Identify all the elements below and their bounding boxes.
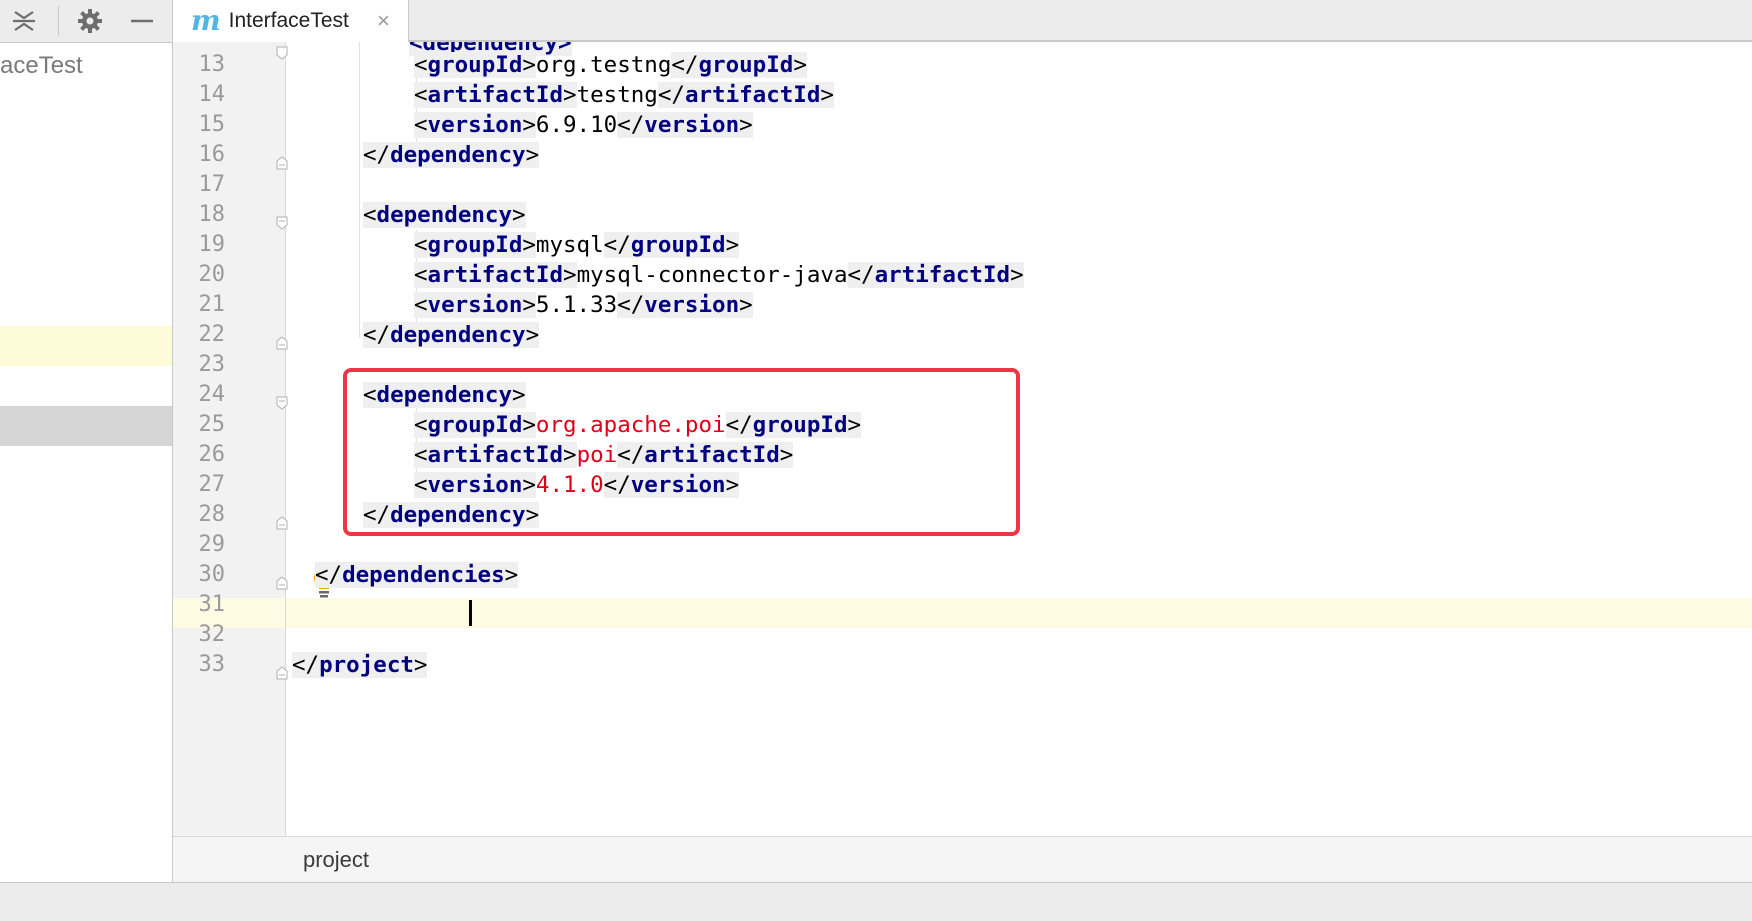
code-line-16: </dependency> [363,142,540,168]
line-number: 13 [198,52,226,77]
gear-icon[interactable] [76,8,104,34]
line-number: 26 [198,442,226,467]
fold-marker-icon[interactable] [276,576,288,590]
toolbar-separator [58,6,59,36]
code-line-18: <dependency> [363,202,526,228]
code-line-20: <artifactId>mysql-connector-java</artifa… [414,262,1024,288]
line-number: 29 [198,532,226,557]
line-number: 16 [198,142,226,167]
tree-selected-row[interactable] [0,406,172,446]
minimize-icon[interactable] [128,8,156,34]
line-number-current: 31 [198,592,226,617]
line-number: 28 [198,502,226,527]
line-number: 30 [198,562,226,587]
line-number: 33 [198,652,226,677]
project-toolbar [0,0,172,43]
code-line-22: </dependency> [363,322,540,348]
breadcrumb: project [173,836,1752,883]
breadcrumb-item-project[interactable]: project [303,847,369,873]
collapse-all-icon[interactable] [10,8,38,34]
line-number: 18 [198,202,226,227]
editor-tab-bar: m InterfaceTest × [173,0,1752,42]
line-number: 32 [198,622,226,647]
text-caret [469,600,472,626]
line-number: 21 [198,292,226,317]
fold-marker-icon[interactable] [276,396,288,410]
line-number: 23 [198,352,226,377]
line-number: 17 [198,172,226,197]
fold-marker-icon[interactable] [276,666,288,680]
code-line-14: <artifactId>testng</artifactId> [414,82,834,108]
line-number: 15 [198,112,226,137]
tree-highlight-row [0,326,172,366]
code-line-33: </project> [292,652,428,678]
current-line-highlight [286,598,1752,628]
code-line-21: <version>5.1.33</version> [414,292,753,318]
line-number: 22 [198,322,226,347]
line-number: 19 [198,232,226,257]
project-tree-root[interactable]: aceTest [0,52,83,80]
project-tool-window: aceTest [0,0,173,882]
fold-marker-icon[interactable] [276,216,288,230]
line-number: 25 [198,412,226,437]
annotation-highlight-box [343,368,1020,536]
code-line-13: <groupId>org.testng</groupId> [414,52,807,78]
fold-marker-icon[interactable] [276,46,288,60]
fold-marker-icon[interactable] [276,336,288,350]
code-line-15: <version>6.9.10</version> [414,112,753,138]
line-number: 24 [198,382,226,407]
fold-marker-icon[interactable] [276,516,288,530]
status-bar [0,882,1752,921]
close-icon[interactable]: × [377,8,390,34]
tab-interfacetest[interactable]: m InterfaceTest × [173,0,409,42]
code-line-30: </dependencies> [315,562,519,588]
line-number: 20 [198,262,226,287]
code-line-19: <groupId>mysql</groupId> [414,232,740,258]
fold-marker-icon[interactable] [276,156,288,170]
tab-title: InterfaceTest [228,9,349,32]
maven-icon: m [191,4,221,37]
indent-guide [359,42,360,338]
line-number: 14 [198,82,226,107]
line-number: 27 [198,472,226,497]
